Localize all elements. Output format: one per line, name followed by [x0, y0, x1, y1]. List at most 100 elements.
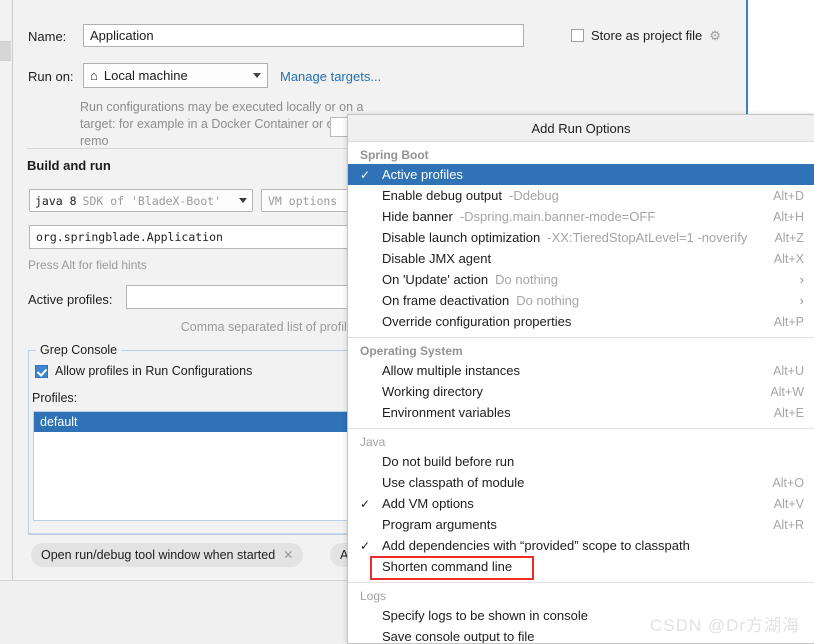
grep-profiles-list[interactable]: default	[33, 411, 355, 521]
sdk-combobox[interactable]: java 8 SDK of 'BladeX-Boot'	[29, 189, 253, 212]
menu-item-allow-multiple-instances[interactable]: Allow multiple instances Alt+U	[348, 360, 814, 381]
menu-item-shortcut: Alt+D	[773, 188, 804, 203]
manage-targets-link[interactable]: Manage targets...	[280, 69, 381, 84]
menu-item-value: Do nothing	[495, 272, 559, 287]
chips-divider	[29, 533, 359, 534]
chip-label: Open run/debug tool window when started	[41, 548, 276, 562]
menu-item-label: Add dependencies with “provided” scope t…	[382, 538, 690, 553]
menu-item-label: Specify logs to be shown in console	[382, 608, 588, 623]
menu-item-on-frame-deactivation[interactable]: On frame deactivation Do nothing ›	[348, 290, 814, 311]
menu-title: Add Run Options	[348, 115, 814, 142]
allow-profiles-label: Allow profiles in Run Configurations	[55, 364, 253, 378]
chevron-right-icon: ›	[799, 272, 804, 287]
menu-item-label: Use classpath of module	[382, 475, 525, 490]
menu-item-label: Save console output to file	[382, 629, 535, 644]
menu-item-label: On 'Update' action	[382, 272, 489, 287]
run-on-label: Run on:	[28, 69, 74, 84]
menu-item-shortcut: Alt+O	[772, 475, 804, 490]
grep-profiles-label: Profiles:	[32, 391, 78, 405]
menu-item-label: Add VM options	[382, 496, 474, 511]
chevron-right-icon: ›	[799, 293, 804, 308]
chevron-down-icon	[239, 198, 247, 203]
menu-item-label: Override configuration properties	[382, 314, 572, 329]
menu-item-label: Program arguments	[382, 517, 497, 532]
store-as-project-file-row[interactable]: Store as project file ⚙	[571, 28, 721, 43]
menu-item-shorten-command-line[interactable]: Shorten command line	[348, 556, 814, 580]
menu-item-add-vm-options[interactable]: ✓ Add VM options Alt+V	[348, 493, 814, 514]
menu-item-use-classpath-of-module[interactable]: Use classpath of module Alt+O	[348, 472, 814, 493]
menu-item-disable-jmx-agent[interactable]: Disable JMX agent Alt+X	[348, 248, 814, 269]
menu-item-working-directory[interactable]: Working directory Alt+W	[348, 381, 814, 402]
run-on-combobox[interactable]: ⌂ Local machine	[83, 63, 268, 88]
menu-item-override-configuration-properties[interactable]: Override configuration properties Alt+P	[348, 311, 814, 332]
menu-item-shortcut: Alt+W	[770, 384, 804, 399]
comma-separated-hint: Comma separated list of profiles	[180, 320, 360, 334]
menu-item-value: -Ddebug	[509, 188, 559, 203]
menu-section-header: Spring Boot	[360, 148, 429, 162]
chip-open-run-debug-tool-window[interactable]: Open run/debug tool window when started …	[31, 543, 304, 567]
allow-profiles-row[interactable]: Allow profiles in Run Configurations	[35, 364, 252, 378]
menu-item-label: On frame deactivation	[382, 293, 510, 308]
add-run-options-menu: Add Run Options Spring Boot ✓ Active profi…	[347, 114, 814, 644]
menu-item-label: Allow multiple instances	[382, 363, 521, 378]
menu-body: Spring Boot ✓ Active profiles Enable debug …	[348, 142, 814, 644]
home-icon: ⌂	[90, 68, 98, 83]
active-profiles-label: Active profiles:	[28, 292, 113, 307]
menu-item-label: Active profiles	[382, 167, 463, 182]
dialog-left-scrollbar[interactable]	[0, 0, 13, 580]
screenshot-root: Name: Application Store as project file …	[0, 0, 814, 644]
menu-item-label: Shorten command line	[382, 559, 513, 574]
menu-item-value: -Dspring.main.banner-mode=OFF	[459, 209, 656, 224]
menu-item-value: -XX:TieredStopAtLevel=1 -noverify	[547, 230, 748, 245]
name-input[interactable]: Application	[83, 24, 524, 47]
menu-item-active-profiles[interactable]: ✓ Active profiles	[348, 164, 814, 185]
menu-item-shortcut: Alt+U	[773, 363, 804, 378]
store-as-project-file-label: Store as project file	[591, 28, 703, 43]
scrollbar-thumb[interactable]	[0, 42, 11, 60]
store-as-project-file-checkbox[interactable]	[571, 29, 584, 42]
checkmark-icon: ✓	[360, 538, 371, 553]
csdn-watermark: CSDN @Dr方湖海	[650, 616, 801, 635]
menu-item-shortcut: Alt+P	[773, 314, 804, 329]
grep-console-title: Grep Console	[36, 343, 122, 357]
allow-profiles-checkbox[interactable]	[35, 364, 48, 378]
main-class-input[interactable]: org.springblade.Application	[29, 225, 359, 249]
menu-item-do-not-build-before-run[interactable]: Do not build before run	[348, 451, 814, 472]
active-profiles-input[interactable]	[126, 285, 360, 309]
menu-item-label: Enable debug output	[382, 188, 502, 203]
close-icon[interactable]: ✕	[283, 548, 293, 562]
menu-item-enable-debug-output[interactable]: Enable debug output -Ddebug Alt+D	[348, 185, 814, 206]
list-item[interactable]: default	[34, 412, 354, 432]
menu-item-label: Hide banner	[382, 209, 453, 224]
menu-item-shortcut: Alt+X	[773, 251, 804, 266]
menu-item-add-dependencies-with-provided-scope-to-classpath[interactable]: ✓ Add dependencies with “provided” scope …	[348, 535, 814, 556]
sdk-secondary-text: SDK of 'BladeX-Boot'	[82, 193, 222, 208]
menu-item-label: Do not build before run	[382, 454, 515, 469]
menu-item-value: Do nothing	[516, 293, 580, 308]
menu-item-on-update-action[interactable]: On 'Update' action Do nothing ›	[348, 269, 814, 290]
menu-item-shortcut: Alt+E	[773, 405, 804, 420]
menu-item-label: Environment variables	[382, 405, 511, 420]
menu-section-header: Logs	[360, 589, 387, 603]
menu-section-header: Java	[360, 435, 386, 449]
menu-item-shortcut: Alt+R	[773, 517, 804, 532]
menu-item-program-arguments[interactable]: Program arguments Alt+R	[348, 514, 814, 535]
field-hints-text: Press Alt for field hints	[28, 258, 147, 272]
scroll-divider-bottom	[0, 60, 11, 61]
hint-overlap-box	[330, 117, 348, 137]
run-configurations-hint: Run configurations may be executed local…	[80, 100, 364, 148]
menu-item-environment-variables[interactable]: Environment variables Alt+E	[348, 402, 814, 423]
checkmark-icon: ✓	[360, 496, 371, 511]
gear-icon[interactable]: ⚙	[709, 29, 721, 42]
run-on-value: Local machine	[103, 68, 188, 83]
menu-item-disable-launch-optimization[interactable]: Disable launch optimization -XX:TieredSto…	[348, 227, 814, 248]
chevron-down-icon	[253, 73, 261, 78]
build-and-run-header: Build and run	[27, 158, 111, 173]
sdk-primary-text: java 8	[35, 193, 77, 208]
menu-item-hide-banner[interactable]: Hide banner -Dspring.main.banner-mode=OFF…	[348, 206, 814, 227]
menu-item-shortcut: Alt+H	[773, 209, 804, 224]
name-label: Name:	[28, 29, 67, 44]
menu-item-shortcut: Alt+Z	[774, 230, 804, 245]
menu-item-label: Disable launch optimization	[382, 230, 541, 245]
menu-section-header: Operating System	[360, 344, 463, 358]
